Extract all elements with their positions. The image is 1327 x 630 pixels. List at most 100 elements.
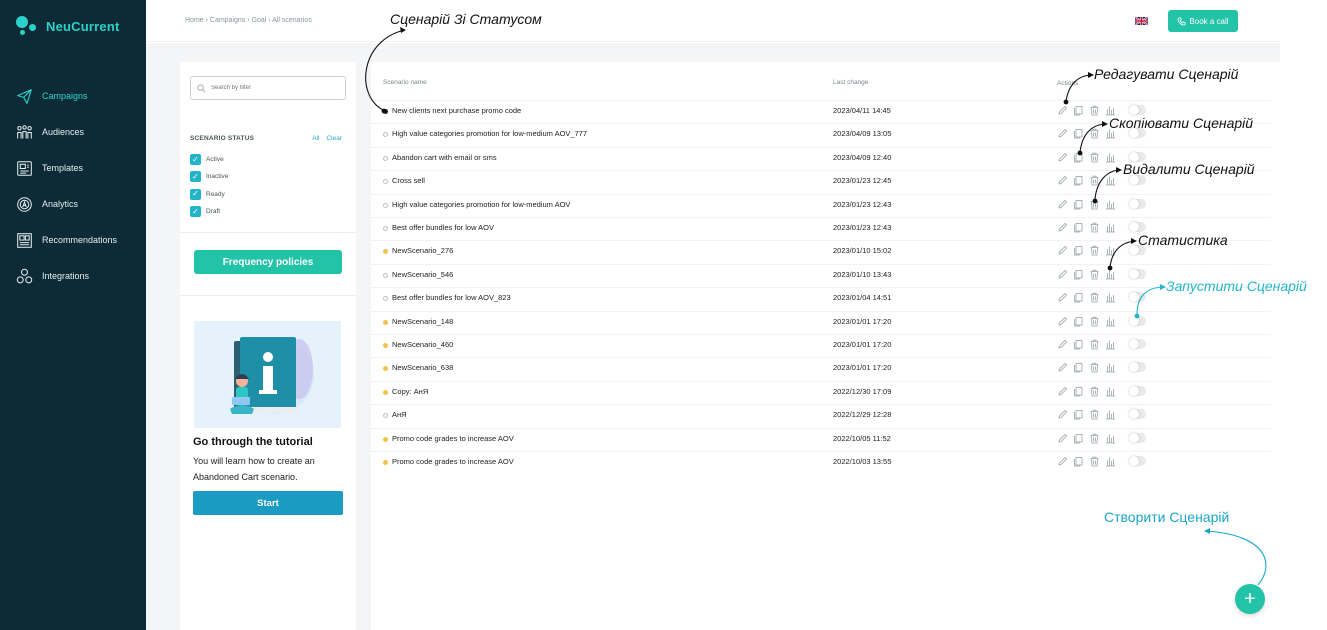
- delete-icon[interactable]: [1089, 175, 1100, 186]
- delete-icon[interactable]: [1089, 386, 1100, 397]
- launch-toggle[interactable]: [1129, 315, 1146, 326]
- table-row[interactable]: Copy: АнЯ 2022/12/30 17:09: [371, 380, 1271, 404]
- sidebar-item-campaigns[interactable]: Campaigns: [0, 78, 146, 114]
- edit-icon[interactable]: [1057, 409, 1068, 420]
- edit-icon[interactable]: [1057, 456, 1068, 467]
- launch-toggle[interactable]: [1129, 362, 1146, 373]
- delete-icon[interactable]: [1089, 245, 1100, 256]
- checkbox-checked-icon[interactable]: ✓: [190, 188, 201, 200]
- scenario-name[interactable]: Cross sell: [392, 176, 425, 185]
- stats-icon[interactable]: [1105, 339, 1116, 350]
- copy-icon[interactable]: [1073, 433, 1084, 444]
- search-field[interactable]: [190, 76, 346, 100]
- select-all-link[interactable]: All: [312, 135, 319, 142]
- delete-icon[interactable]: [1089, 128, 1100, 139]
- copy-icon[interactable]: [1073, 339, 1084, 350]
- copy-icon[interactable]: [1073, 269, 1084, 280]
- checkbox-checked-icon[interactable]: ✓: [190, 206, 201, 218]
- edit-icon[interactable]: [1057, 245, 1068, 256]
- scenario-name[interactable]: Abandon cart with email or sms: [392, 153, 497, 162]
- scenario-name[interactable]: NewScenario_148: [392, 317, 453, 326]
- copy-icon[interactable]: [1073, 362, 1084, 373]
- stats-icon[interactable]: [1105, 222, 1116, 233]
- delete-icon[interactable]: [1089, 199, 1100, 210]
- copy-icon[interactable]: [1073, 199, 1084, 210]
- scenario-name[interactable]: Promo code grades to increase AOV: [392, 457, 514, 466]
- column-header-date[interactable]: Last change: [833, 79, 868, 86]
- stats-icon[interactable]: [1105, 456, 1116, 467]
- copy-icon[interactable]: [1073, 245, 1084, 256]
- clear-link[interactable]: Clear: [326, 135, 342, 142]
- delete-icon[interactable]: [1089, 456, 1100, 467]
- status-checkbox-ready[interactable]: ✓ Ready: [190, 186, 228, 203]
- sidebar-item-audiences[interactable]: Audiences: [0, 114, 146, 150]
- copy-icon[interactable]: [1073, 175, 1084, 186]
- edit-icon[interactable]: [1057, 433, 1068, 444]
- stats-icon[interactable]: [1105, 386, 1116, 397]
- edit-icon[interactable]: [1057, 105, 1068, 116]
- edit-icon[interactable]: [1057, 199, 1068, 210]
- copy-icon[interactable]: [1073, 316, 1084, 327]
- edit-icon[interactable]: [1057, 152, 1068, 163]
- edit-icon[interactable]: [1057, 386, 1068, 397]
- edit-icon[interactable]: [1057, 269, 1068, 280]
- edit-icon[interactable]: [1057, 339, 1068, 350]
- edit-icon[interactable]: [1057, 175, 1068, 186]
- copy-icon[interactable]: [1073, 128, 1084, 139]
- stats-icon[interactable]: [1105, 316, 1116, 327]
- start-tutorial-button[interactable]: Start: [193, 491, 343, 515]
- scenario-name[interactable]: New clients next purchase promo code: [392, 106, 521, 115]
- edit-icon[interactable]: [1057, 362, 1068, 373]
- table-row[interactable]: High value categories promotion for low-…: [371, 193, 1271, 217]
- search-input[interactable]: [211, 85, 341, 91]
- delete-icon[interactable]: [1089, 292, 1100, 303]
- table-row[interactable]: NewScenario_546 2023/01/10 13:43: [371, 263, 1271, 287]
- stats-icon[interactable]: [1105, 175, 1116, 186]
- scenario-name[interactable]: Promo code grades to increase AOV: [392, 434, 514, 443]
- scenario-name[interactable]: NewScenario_638: [392, 363, 453, 372]
- status-checkbox-active[interactable]: ✓ Active: [190, 151, 228, 168]
- scenario-name[interactable]: Best offer bundles for low AOV: [392, 223, 494, 232]
- status-checkbox-draft[interactable]: ✓ Draft: [190, 203, 228, 220]
- frequency-policies-button[interactable]: Frequency policies: [194, 250, 342, 274]
- status-checkbox-inactive[interactable]: ✓ Inactive: [190, 168, 228, 185]
- table-row[interactable]: Best offer bundles for low AOV_823 2023/0…: [371, 287, 1271, 310]
- stats-icon[interactable]: [1105, 245, 1116, 256]
- delete-icon[interactable]: [1089, 433, 1100, 444]
- checkbox-checked-icon[interactable]: ✓: [190, 171, 201, 183]
- column-header-name[interactable]: Scenario name: [383, 79, 427, 86]
- breadcrumb[interactable]: Home › Campaigns › Goal › All scenarios: [185, 17, 312, 24]
- scenario-name[interactable]: NewScenario_276: [392, 246, 453, 255]
- sidebar-item-analytics[interactable]: Analytics: [0, 186, 146, 222]
- scenario-name[interactable]: АнЯ: [392, 410, 407, 419]
- table-row[interactable]: Promo code grades to increase AOV 2022/10…: [371, 451, 1271, 474]
- launch-toggle[interactable]: [1129, 409, 1146, 420]
- delete-icon[interactable]: [1089, 105, 1100, 116]
- sidebar-item-integrations[interactable]: Integrations: [0, 258, 146, 294]
- table-row[interactable]: АнЯ 2022/12/29 12:28: [371, 404, 1271, 427]
- scenario-name[interactable]: High value categories promotion for low-…: [392, 129, 587, 138]
- delete-icon[interactable]: [1089, 339, 1100, 350]
- table-row[interactable]: NewScenario_460 2023/01/01 17:20: [371, 334, 1271, 357]
- scenario-name[interactable]: Best offer bundles for low AOV_823: [392, 293, 511, 302]
- delete-icon[interactable]: [1089, 316, 1100, 327]
- stats-icon[interactable]: [1105, 433, 1116, 444]
- create-scenario-button[interactable]: +: [1235, 584, 1265, 614]
- table-row[interactable]: NewScenario_638 2023/01/01 17:20: [371, 357, 1271, 380]
- stats-icon[interactable]: [1105, 409, 1116, 420]
- launch-toggle[interactable]: [1129, 222, 1146, 232]
- checkbox-checked-icon[interactable]: ✓: [190, 154, 201, 166]
- scenario-name[interactable]: NewScenario_460: [392, 340, 453, 349]
- delete-icon[interactable]: [1089, 362, 1100, 373]
- scenario-name[interactable]: NewScenario_546: [392, 270, 453, 279]
- stats-icon[interactable]: [1105, 269, 1116, 280]
- stats-icon[interactable]: [1105, 199, 1116, 210]
- launch-toggle[interactable]: [1129, 198, 1146, 209]
- delete-icon[interactable]: [1089, 222, 1100, 233]
- edit-icon[interactable]: [1057, 222, 1068, 233]
- book-call-button[interactable]: Book a call: [1168, 10, 1238, 32]
- stats-icon[interactable]: [1105, 292, 1116, 303]
- launch-toggle[interactable]: [1129, 292, 1146, 303]
- table-row[interactable]: NewScenario_148 2023/01/01 17:20: [371, 310, 1271, 334]
- delete-icon[interactable]: [1089, 269, 1100, 280]
